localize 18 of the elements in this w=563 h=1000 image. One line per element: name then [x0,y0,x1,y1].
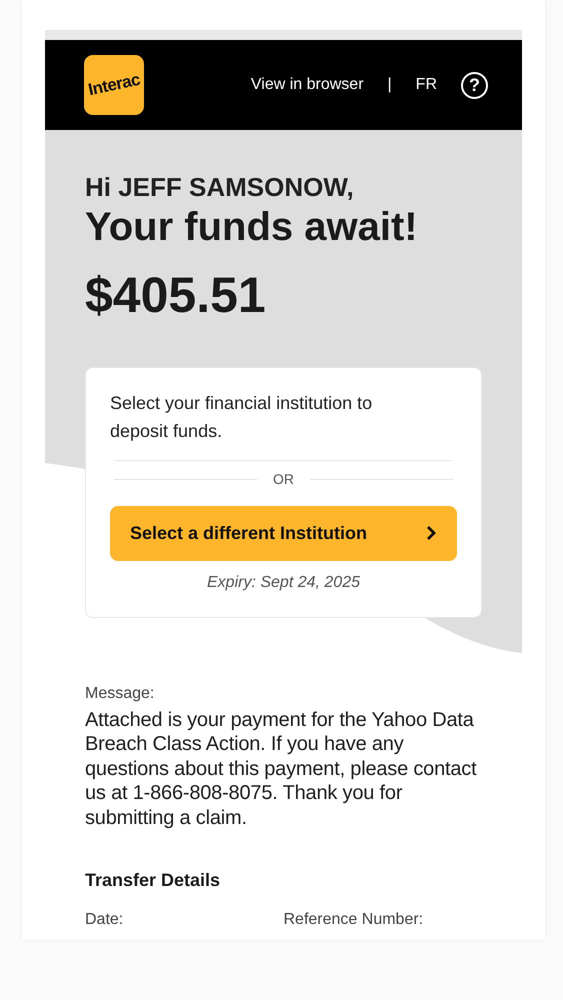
select-institution-button[interactable]: Select a different Institution [110,506,457,561]
language-link[interactable]: FR [416,73,437,97]
section-heading: Transfer Details [85,870,222,892]
instruction-text: Select your financial institution to deposit funds. [110,392,374,444]
greeting: Hi JEFF SAMSONOW, [85,172,355,204]
message-label: Message: [85,684,156,704]
field-label: Reference Number: [284,910,424,928]
view-in-browser-link[interactable]: View in browser [250,73,364,97]
expiry-date: Expiry: Sept 24, 2025 [206,572,361,593]
interac-logo: Interac [84,55,144,115]
or-divider-text: OR [273,470,294,489]
help-icon[interactable]: ? [461,72,488,98]
message-text: Attached is your payment for the Yahoo Data Breach Class Action. If you have any questions about this payment, please contact us at 1-866-808-8075. Thank you for submitting a claim. [85,708,478,830]
chevron-right-icon [425,525,437,542]
amount: $405.51 [85,266,267,326]
headline: Your funds await! [85,204,419,252]
separator: | [388,75,392,95]
field-label: Date: [85,910,124,928]
